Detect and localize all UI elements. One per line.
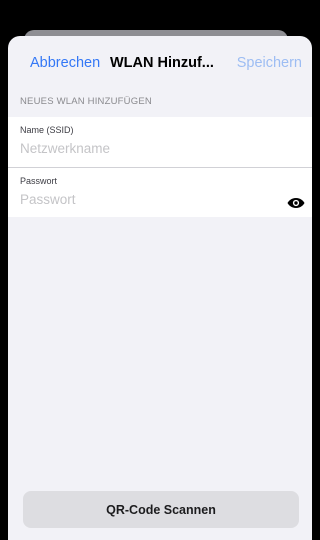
ssid-input[interactable] [20,141,270,156]
save-button[interactable]: Speichern [237,55,302,71]
password-input[interactable] [20,192,270,207]
section-header: NEUES WLAN HINZUFÜGEN [20,96,152,107]
form-group: Name (SSID) Passwort [8,117,312,217]
password-row: Passwort [8,167,312,217]
eye-icon[interactable] [287,197,305,209]
navigation-bar: Abbrechen WLAN Hinzuf... Speichern [8,36,312,92]
ssid-row: Name (SSID) [8,117,312,167]
add-wifi-sheet: Abbrechen WLAN Hinzuf... Speichern NEUES… [8,36,312,540]
ssid-label: Name (SSID) [20,125,74,135]
scan-qr-code-button[interactable]: QR-Code Scannen [23,491,299,528]
password-label: Passwort [20,176,58,186]
cancel-button[interactable]: Abbrechen [30,55,100,71]
page-title: WLAN Hinzuf... [110,55,214,71]
